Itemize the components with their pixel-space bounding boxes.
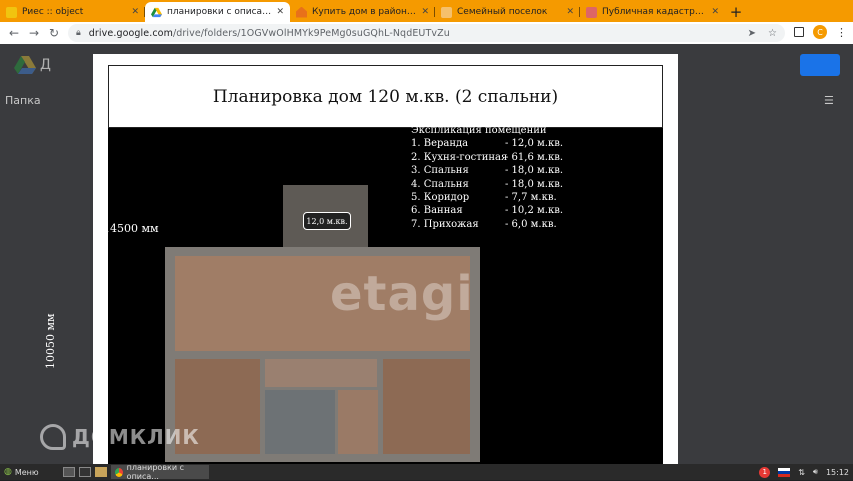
legend-row: 3. Спальня - 18,0 м.кв. [411, 165, 564, 177]
volume-icon[interactable]: 🔊︎ [813, 467, 818, 477]
toolbar: ← → ↻ 🔒︎ drive.google.com/drive/folders/… [0, 22, 853, 44]
tab-strip: Риес :: object ✕ планировки с описанием … [0, 0, 853, 22]
tab-title: Купить дом в районе Гор [312, 7, 417, 17]
plan-title-box: Планировка дом 120 м.кв. (2 спальни) [108, 65, 663, 128]
map-favicon-icon [586, 6, 597, 18]
address-bar[interactable]: 🔒︎ drive.google.com/drive/folders/1OGVwO… [68, 24, 785, 42]
drive-app-name: Д [40, 57, 51, 73]
tab-title: планировки с описанием [167, 7, 272, 17]
files-icon[interactable] [62, 467, 75, 477]
menu-icon: ◍ [4, 467, 12, 477]
legend-row: 1. Веранда - 12,0 м.кв. [411, 138, 564, 150]
etagi-watermark: etagi [330, 266, 474, 322]
url-host: drive.google.com [88, 27, 173, 39]
corridor [265, 359, 377, 387]
taskbar-window-chrome[interactable]: планировки с описа... [110, 463, 209, 481]
reload-icon[interactable]: ↻ [44, 26, 64, 40]
menu-label: Меню [14, 467, 39, 477]
lock-icon[interactable]: 🔒︎ [76, 28, 81, 38]
legend-row: 6. Ванная - 10,2 м.кв. [411, 205, 564, 217]
terminal-icon[interactable] [78, 467, 91, 477]
tab-planirovki[interactable]: планировки с описанием ✕ [145, 2, 290, 22]
share-button[interactable] [800, 54, 840, 76]
close-tab-icon[interactable]: ✕ [421, 7, 429, 17]
tab-ries[interactable]: Риес :: object ✕ [0, 2, 145, 22]
room-legend: Экспликация помещений 1. Веранда - 12,0 м… [411, 124, 563, 231]
close-tab-icon[interactable]: ✕ [131, 7, 139, 17]
hallway [338, 390, 378, 454]
new-tab-button[interactable]: + [725, 2, 747, 22]
send-icon[interactable]: ➤ [748, 28, 756, 39]
close-tab-icon[interactable]: ✕ [276, 7, 284, 17]
page-content: Д Папка ☰ Планировка дом 120 м.кв. (2 сп… [0, 44, 853, 464]
back-arrow-icon[interactable]: ← [4, 26, 24, 40]
veranda-area-label: 12,0 м.кв. [303, 212, 351, 230]
forward-arrow-icon[interactable]: → [24, 26, 44, 40]
bedroom-right [383, 359, 470, 454]
keyboard-layout-flag-icon[interactable] [778, 467, 791, 477]
close-tab-icon[interactable]: ✕ [711, 7, 719, 17]
tab-semeyny-poselok[interactable]: Семейный поселок ✕ [435, 2, 580, 22]
close-tab-icon[interactable]: ✕ [566, 7, 574, 17]
bathroom [265, 390, 335, 454]
legend-row: 2. Кухня-гостиная - 61,6 м.кв. [411, 151, 564, 163]
notification-badge[interactable]: 1 [759, 466, 771, 478]
legend-row: 5. Коридор - 7,7 м.кв. [411, 192, 557, 204]
folder-label[interactable]: Папка [5, 94, 41, 107]
site-favicon-icon [441, 6, 452, 18]
google-drive-icon [151, 7, 162, 17]
list-view-icon[interactable]: ☰ [824, 94, 834, 107]
clock[interactable]: 15:12 [826, 468, 849, 477]
tab-title: Риес :: object [22, 7, 84, 17]
network-icon[interactable]: ⇅ [798, 468, 805, 477]
google-drive-logo-icon [14, 56, 36, 74]
menu-kebab-icon[interactable]: ⋮ [836, 26, 847, 39]
profile-avatar[interactable]: С [813, 25, 827, 39]
os-taskbar: ◍ Меню планировки с описа... 1 ⇅ 🔊︎ 15:1… [0, 463, 853, 481]
tab-kupit-dom[interactable]: Купить дом в районе Гор ✕ [290, 2, 435, 22]
legend-row: 4. Спальня - 18,0 м.кв. [411, 178, 564, 190]
domclick-logo-icon [40, 424, 66, 450]
chrome-icon [114, 467, 123, 477]
url-path: /drive/folders/1OGVwOlHMYk9PeMg0suGQhL-N… [172, 27, 450, 39]
side-panel-icon[interactable] [794, 27, 804, 37]
domclick-text: ДОМКЛИК [72, 425, 200, 449]
domclick-watermark: ДОМКЛИК [40, 424, 200, 450]
width-dimension: 14500 мм [103, 222, 159, 235]
tab-title: Публичная кадастровая [602, 7, 708, 17]
start-menu-button[interactable]: ◍ Меню [0, 467, 43, 477]
star-icon[interactable]: ☆ [768, 28, 777, 39]
ries-favicon-icon [6, 6, 17, 18]
folder-icon[interactable] [94, 467, 107, 477]
legend-title: Экспликация помещений [411, 125, 547, 136]
house-favicon-icon [296, 6, 307, 18]
url-text[interactable]: drive.google.com/drive/folders/1OGVwOlHM… [89, 28, 450, 39]
window-title: планировки с описа... [126, 463, 185, 481]
plan-title: Планировка дом 120 м.кв. (2 спальни) [212, 86, 559, 107]
legend-row: 7. Прихожая - 6,0 м.кв. [411, 218, 557, 230]
tab-title: Семейный поселок [457, 7, 548, 17]
height-dimension: 10050 мм [44, 313, 57, 369]
tab-kadastr[interactable]: Публичная кадастровая ✕ [580, 2, 725, 22]
